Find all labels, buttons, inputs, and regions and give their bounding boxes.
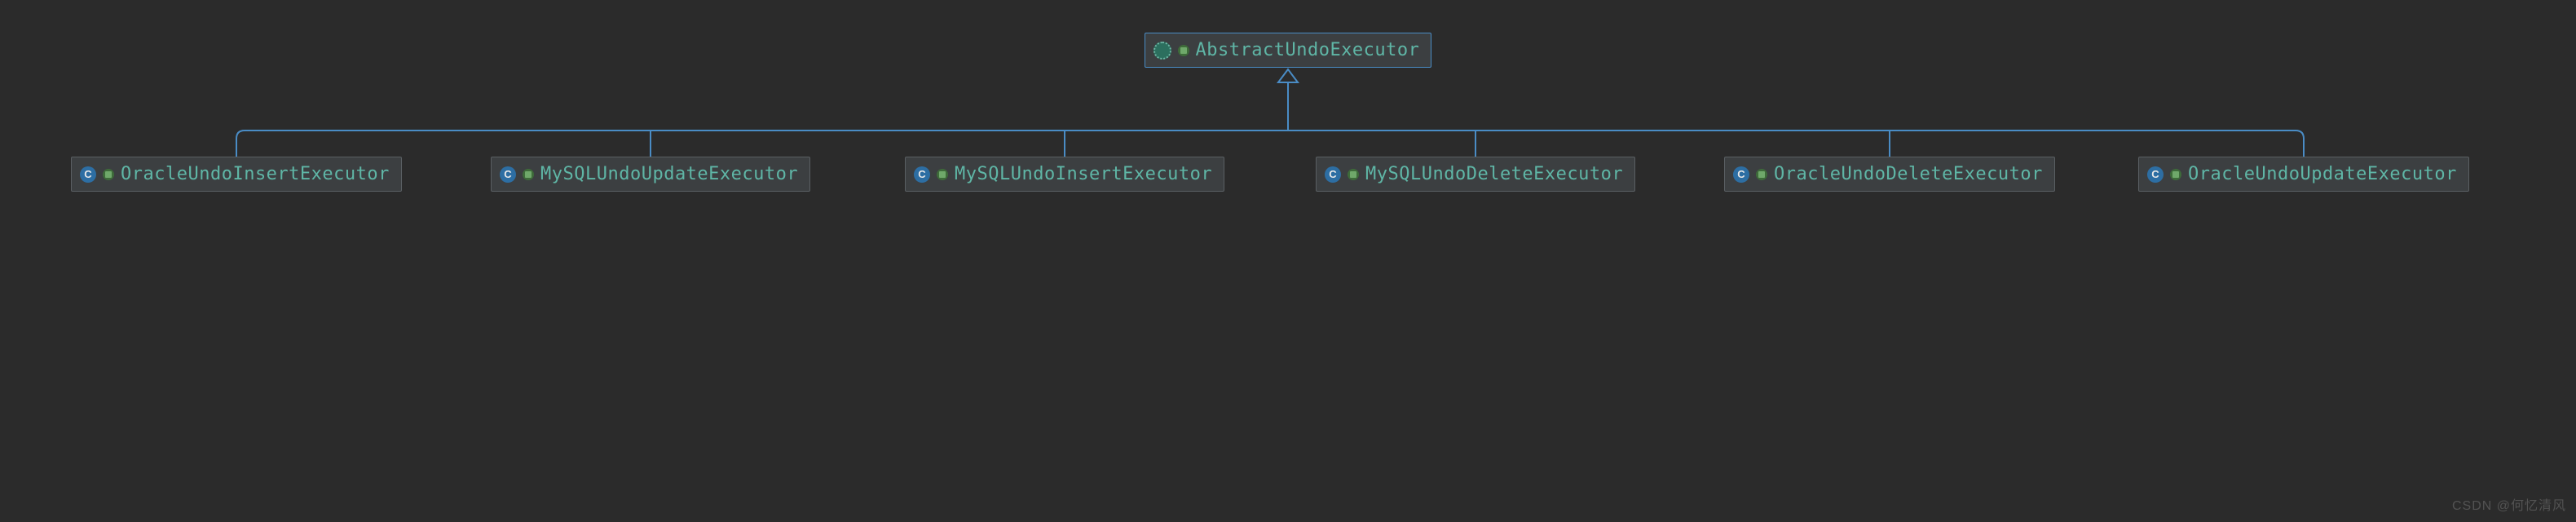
class-name-label: MySQLUndoDeleteExecutor xyxy=(1365,164,1623,184)
visibility-icon xyxy=(1756,169,1767,180)
visibility-icon xyxy=(523,169,534,180)
class-name-label: OracleUndoInsertExecutor xyxy=(121,164,390,184)
class-icon: C xyxy=(2147,166,2164,183)
class-icon: C xyxy=(80,166,96,183)
class-node-parent[interactable]: AbstractUndoExecutor xyxy=(1145,33,1432,68)
class-node-child[interactable]: C MySQLUndoUpdateExecutor xyxy=(491,157,810,192)
class-node-child[interactable]: C MySQLUndoInsertExecutor xyxy=(905,157,1224,192)
class-node-child[interactable]: C OracleUndoDeleteExecutor xyxy=(1724,157,2055,192)
connector-lines xyxy=(0,0,2576,522)
class-icon: C xyxy=(500,166,516,183)
visibility-icon xyxy=(103,169,114,180)
visibility-icon xyxy=(937,169,948,180)
class-name-label: MySQLUndoInsertExecutor xyxy=(955,164,1212,184)
interface-icon xyxy=(1153,42,1171,60)
class-name-label: AbstractUndoExecutor xyxy=(1196,40,1420,60)
class-node-child[interactable]: C OracleUndoInsertExecutor xyxy=(71,157,402,192)
class-node-child[interactable]: C OracleUndoUpdateExecutor xyxy=(2138,157,2469,192)
visibility-icon xyxy=(2170,169,2181,180)
watermark-right: CSDN @何忆清风 xyxy=(2452,494,2566,514)
class-name-label: MySQLUndoUpdateExecutor xyxy=(540,164,798,184)
class-name-label: OracleUndoUpdateExecutor xyxy=(2188,164,2457,184)
visibility-icon xyxy=(1178,45,1189,56)
class-icon: C xyxy=(1325,166,1341,183)
visibility-icon xyxy=(1348,169,1359,180)
diagram-stage: AbstractUndoExecutor C OracleUndoInsertE… xyxy=(0,0,2576,522)
class-icon: C xyxy=(1733,166,1749,183)
class-icon: C xyxy=(914,166,930,183)
class-name-label: OracleUndoDeleteExecutor xyxy=(1774,164,2043,184)
class-node-child[interactable]: C MySQLUndoDeleteExecutor xyxy=(1316,157,1635,192)
